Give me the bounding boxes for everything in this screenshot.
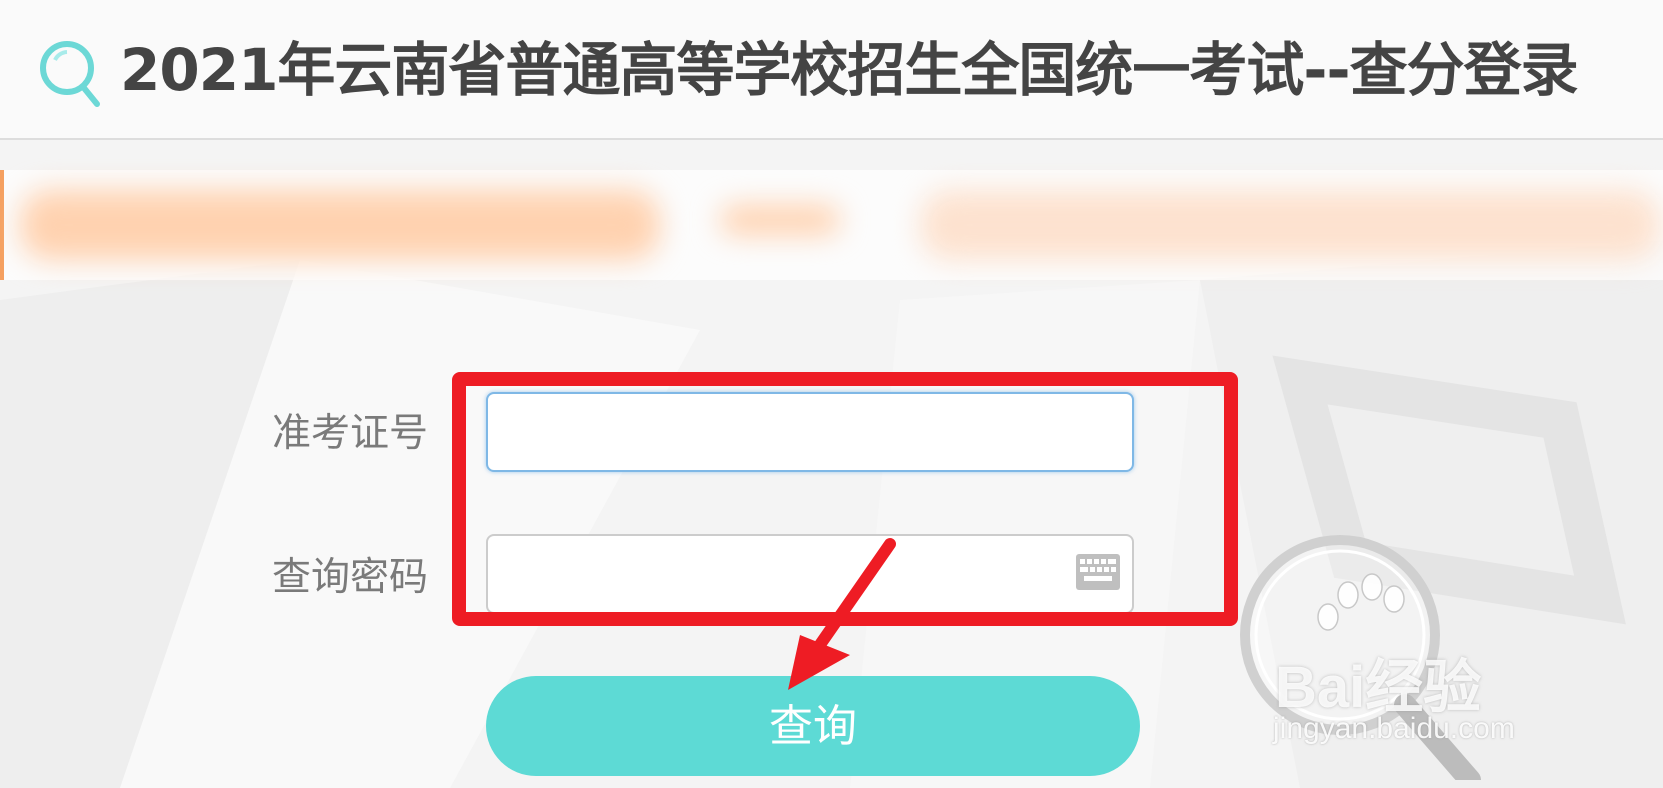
keyboard-icon[interactable] (1076, 554, 1120, 590)
watermark-url: jingyan.baidu.com (1273, 712, 1515, 745)
blurred-text-block (720, 205, 840, 235)
blurred-text-block (20, 190, 660, 260)
password-label: 查询密码 (272, 555, 429, 600)
blurred-text-block (920, 190, 1660, 260)
exam-id-input[interactable] (488, 394, 1132, 470)
query-button[interactable]: 查询 (486, 676, 1140, 776)
page-header: 2021年云南省普通高等学校招生全国统一考试--查分登录 (0, 0, 1663, 140)
search-icon (40, 41, 100, 107)
exam-id-label: 准考证号 (272, 411, 429, 456)
page-title: 2021年云南省普通高等学校招生全国统一考试--查分登录 (120, 36, 1579, 104)
banner-edge-accent (0, 170, 4, 280)
password-field[interactable] (486, 534, 1134, 614)
password-input[interactable] (488, 536, 1132, 612)
exam-id-field[interactable] (486, 392, 1134, 472)
